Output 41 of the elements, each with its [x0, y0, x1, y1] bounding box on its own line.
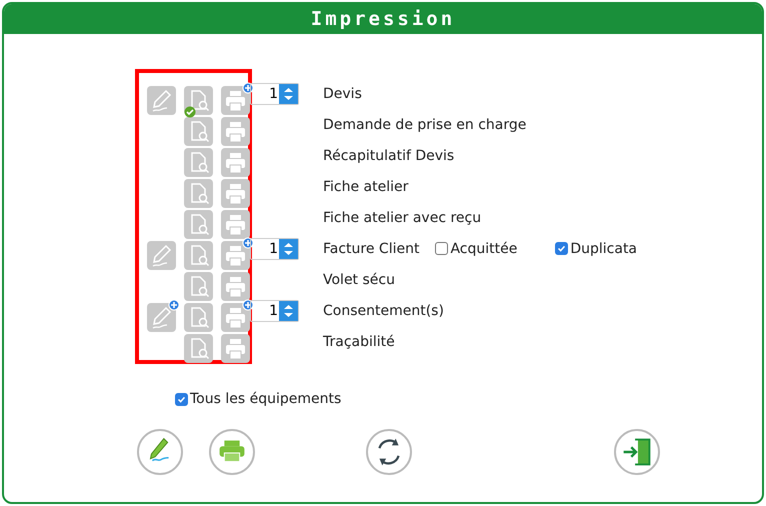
print-icon[interactable] [221, 272, 250, 301]
checkbox[interactable] [175, 392, 188, 406]
checkbox[interactable] [435, 242, 448, 255]
option-label: Duplicata [570, 240, 638, 256]
check-icon [184, 106, 196, 118]
document-preview-icon[interactable] [184, 210, 213, 239]
document-preview-icon[interactable] [184, 272, 213, 301]
refresh-button[interactable] [366, 429, 412, 475]
print-icon[interactable] [221, 117, 250, 146]
print-icon[interactable] [221, 179, 250, 208]
document-label: Devis [323, 86, 362, 102]
pencil-icon[interactable] [147, 241, 176, 270]
document-preview-icon[interactable] [184, 117, 213, 146]
print-button[interactable] [209, 429, 255, 475]
document-preview-icon[interactable] [184, 303, 213, 332]
document-label: Traçabilité [323, 334, 395, 350]
document-label: Fiche atelier avec reçu [323, 210, 482, 226]
pencil-icon[interactable] [147, 86, 176, 115]
print-icon[interactable] [221, 210, 250, 239]
document-label: Fiche atelier [323, 178, 408, 194]
print-icon[interactable] [221, 148, 250, 177]
copies-spinner[interactable]: 1 [250, 238, 299, 260]
document-label: Demande de prise en charge [323, 116, 526, 132]
document-label: Récapitulatif Devis [323, 148, 454, 164]
document-label: Facture Client [323, 240, 420, 256]
document-label: Volet sécu [323, 272, 395, 288]
copies-spinner[interactable]: 1 [250, 300, 299, 322]
document-preview-icon[interactable] [184, 86, 213, 115]
document-preview-icon[interactable] [184, 334, 213, 363]
option-label: Tous les équipements [190, 391, 342, 407]
document-preview-icon[interactable] [184, 148, 213, 177]
checkbox[interactable] [555, 242, 568, 255]
window-title: Impression [4, 4, 762, 34]
document-preview-icon[interactable] [184, 179, 213, 208]
document-label: Consentement(s) [323, 302, 444, 318]
option-label: Acquittée [450, 240, 518, 256]
exit-button[interactable] [614, 429, 660, 475]
document-preview-icon[interactable] [184, 241, 213, 270]
sign-button[interactable] [137, 429, 183, 475]
copies-spinner[interactable]: 1 [250, 82, 299, 104]
print-icon[interactable] [221, 334, 250, 363]
